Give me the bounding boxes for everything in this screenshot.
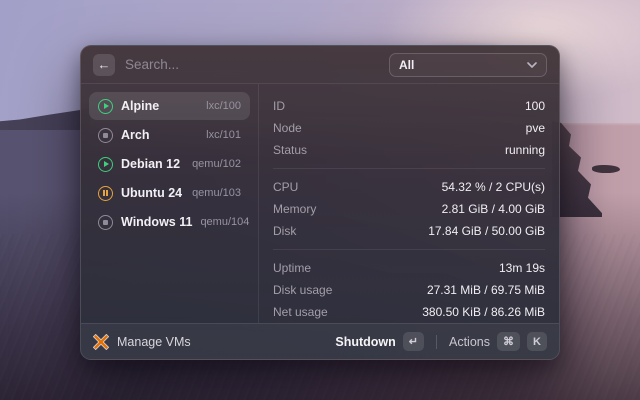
detail-value: 2.81 GiB / 4.00 GiB <box>441 202 545 216</box>
vm-id: lxc/101 <box>206 129 241 141</box>
k-key-icon: K <box>527 332 547 351</box>
detail-label: Status <box>273 143 308 157</box>
detail-value: pve <box>525 121 545 135</box>
detail-value: running <box>504 143 545 157</box>
detail-row: ID 100 <box>273 95 545 117</box>
detail-value: 27.31 MiB / 69.75 MiB <box>426 283 545 297</box>
detail-value: 13m 19s <box>498 261 545 275</box>
detail-label: Disk usage <box>273 283 333 297</box>
vm-id: qemu/103 <box>192 187 241 199</box>
vm-list-item-alpine[interactable]: Alpine lxc/100 <box>89 92 250 120</box>
actions-menu-button[interactable]: Actions ⌘ K <box>449 332 547 351</box>
vm-state-icon <box>98 127 113 143</box>
shutdown-button[interactable]: Shutdown ↵ <box>335 332 424 351</box>
vm-id: qemu/104 <box>200 216 250 228</box>
detail-label: CPU <box>273 180 299 194</box>
detail-value: 380.50 KiB / 86.26 MiB <box>422 305 545 319</box>
detail-label: Net usage <box>273 305 328 319</box>
vm-state-icon <box>98 156 113 172</box>
search-input[interactable] <box>125 57 379 72</box>
vm-state-icon <box>98 214 113 230</box>
detail-label: ID <box>273 99 285 113</box>
detail-label: Memory <box>273 202 317 216</box>
vm-state-icon <box>98 185 113 201</box>
vm-name: Alpine <box>121 99 160 113</box>
vm-list-item-windows[interactable]: Windows 11 qemu/104 <box>89 208 250 236</box>
detail-value: 17.84 GiB / 50.00 GiB <box>428 224 545 238</box>
detail-row: Uptime 13m 19s <box>273 257 545 279</box>
filter-dropdown[interactable]: All <box>389 52 547 77</box>
desktop-wallpaper: ← All Alpine lxc/100 Arch l <box>0 0 640 400</box>
vm-list: Alpine lxc/100 Arch lxc/101 Debian 12 qe… <box>81 84 259 323</box>
vm-name: Windows 11 <box>121 215 193 229</box>
vm-list-item-arch[interactable]: Arch lxc/101 <box>89 121 250 149</box>
search-header: ← All <box>81 46 559 84</box>
vm-list-item-debian[interactable]: Debian 12 qemu/102 <box>89 150 250 178</box>
details-section-resources: CPU 54.32 % / 2 CPU(s) Memory 2.81 GiB /… <box>273 168 545 249</box>
details-section-identity: ID 100 Node pve Status running <box>273 88 545 168</box>
chevron-down-icon <box>527 61 537 68</box>
actions-label: Actions <box>449 334 490 349</box>
vm-state-icon <box>98 98 113 114</box>
detail-row: Status running <box>273 139 545 161</box>
back-button[interactable]: ← <box>93 53 115 76</box>
footer-separator <box>436 334 437 349</box>
filter-dropdown-value: All <box>399 57 415 72</box>
arrow-left-icon: ← <box>97 56 111 72</box>
rock-silhouette <box>592 165 620 173</box>
vm-name: Debian 12 <box>121 157 181 171</box>
detail-value: 54.32 % / 2 CPU(s) <box>441 180 545 194</box>
detail-label: Node <box>273 121 302 135</box>
detail-row: Memory 2.81 GiB / 4.00 GiB <box>273 198 545 220</box>
detail-row: Disk usage 27.31 MiB / 69.75 MiB <box>273 279 545 301</box>
window-body: Alpine lxc/100 Arch lxc/101 Debian 12 qe… <box>81 84 559 323</box>
details-section-usage: Uptime 13m 19s Disk usage 27.31 MiB / 69… <box>273 249 545 323</box>
vm-list-item-ubuntu[interactable]: Ubuntu 24 qemu/103 <box>89 179 250 207</box>
footer-actions: Shutdown ↵ Actions ⌘ K <box>335 332 547 351</box>
detail-row: Node pve <box>273 117 545 139</box>
detail-value: 100 <box>524 99 545 113</box>
footer-app: Manage VMs <box>93 333 335 350</box>
vm-name: Arch <box>121 128 150 142</box>
vm-launcher-window: ← All Alpine lxc/100 Arch l <box>80 45 560 360</box>
return-key-icon: ↵ <box>402 332 424 351</box>
detail-label: Disk <box>273 224 297 238</box>
vm-id: qemu/102 <box>192 158 241 170</box>
vm-id: lxc/100 <box>206 100 241 112</box>
vm-details-panel: ID 100 Node pve Status running CPU 54.32… <box>259 84 559 323</box>
detail-row: CPU 54.32 % / 2 CPU(s) <box>273 176 545 198</box>
footer-action-bar: Manage VMs Shutdown ↵ Actions ⌘ K <box>81 323 559 359</box>
command-key-icon: ⌘ <box>497 332 520 351</box>
island-silhouette <box>0 108 90 130</box>
detail-label: Uptime <box>273 261 312 275</box>
footer-app-label: Manage VMs <box>117 334 191 349</box>
vm-name: Ubuntu 24 <box>121 186 183 200</box>
detail-row: Disk 17.84 GiB / 50.00 GiB <box>273 220 545 242</box>
proxmox-logo-icon <box>93 333 109 350</box>
detail-row: Net usage 380.50 KiB / 86.26 MiB <box>273 301 545 323</box>
shutdown-label: Shutdown <box>335 334 396 349</box>
